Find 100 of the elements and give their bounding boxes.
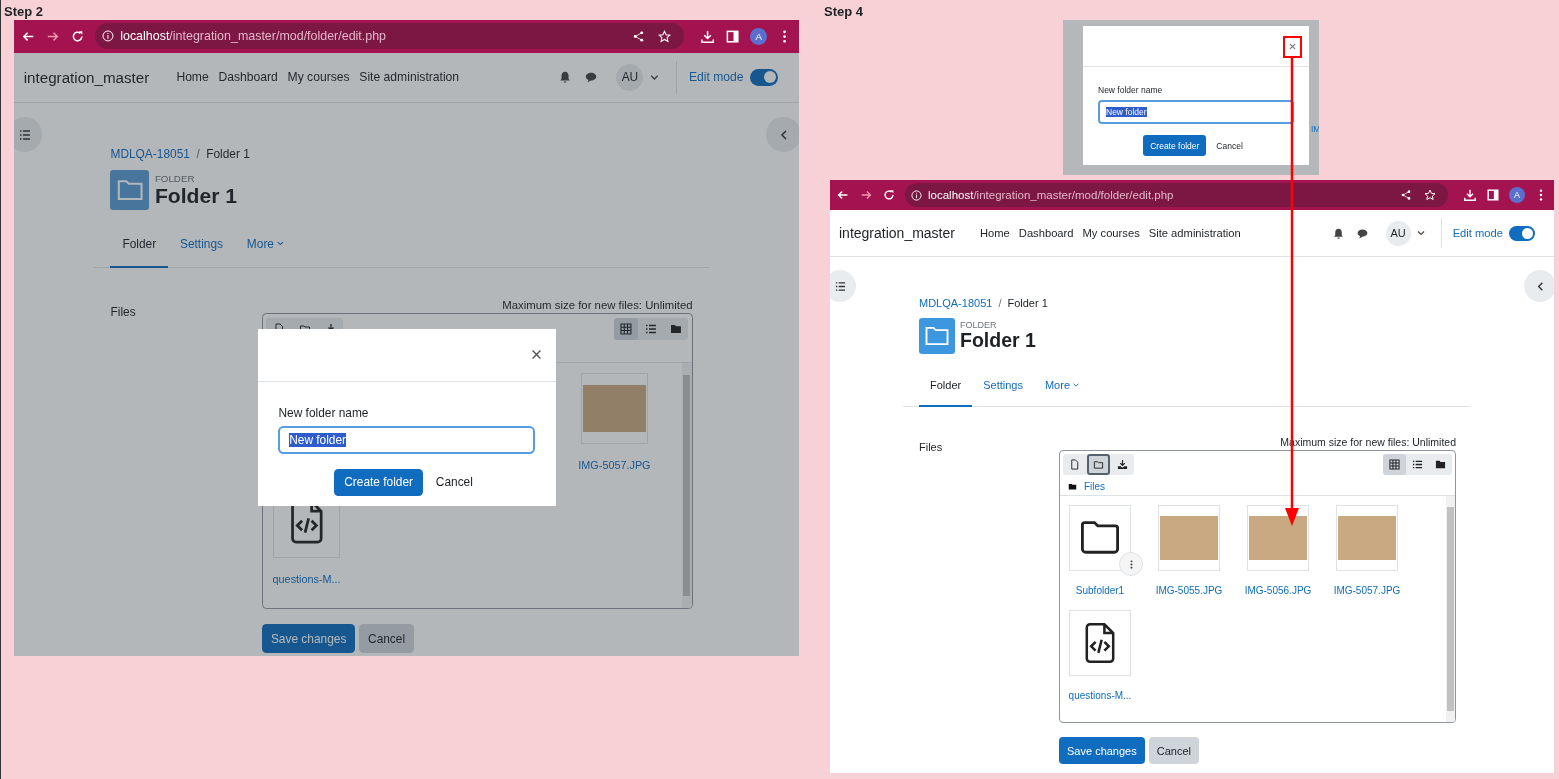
forward-icon[interactable] bbox=[859, 188, 873, 202]
file-thumbnail[interactable] bbox=[580, 372, 649, 445]
edit-mode-label: Edit mode bbox=[1452, 227, 1503, 239]
save-changes-button[interactable]: Save changes bbox=[262, 624, 356, 654]
step-label: Step 2 bbox=[4, 4, 43, 19]
site-name[interactable]: integration_master bbox=[23, 68, 150, 86]
site-name[interactable]: integration_master bbox=[839, 225, 955, 241]
info-icon[interactable] bbox=[911, 189, 922, 201]
file-name[interactable]: questions-M... bbox=[272, 573, 341, 586]
file-name[interactable]: IMG-5056.JPG bbox=[1244, 585, 1312, 596]
address-bar[interactable]: localhost/integration_master/mod/folder/edit.php bbox=[905, 183, 1448, 207]
grid-view-button[interactable] bbox=[1383, 454, 1406, 475]
folder-name-field[interactable]: New folder bbox=[1098, 100, 1294, 124]
file-name[interactable]: IMG-5057.JPG bbox=[1333, 585, 1401, 596]
max-size-note: Maximum size for new files: Unlimited bbox=[501, 299, 693, 312]
star-icon[interactable] bbox=[657, 29, 671, 43]
file-thumbnail[interactable] bbox=[1069, 505, 1131, 571]
file-name[interactable]: questions-M... bbox=[1068, 690, 1132, 701]
file-thumbnail[interactable] bbox=[1158, 505, 1220, 571]
folder-icon bbox=[669, 322, 682, 335]
share-icon[interactable] bbox=[631, 29, 645, 43]
download-icon[interactable] bbox=[700, 28, 716, 44]
current-page-label: Folder 1 bbox=[1007, 297, 1048, 309]
save-changes-button[interactable]: Save changes bbox=[1059, 737, 1145, 764]
download-icon[interactable] bbox=[1463, 188, 1477, 202]
breadcrumb-link[interactable]: MDLQA-18051 bbox=[919, 297, 993, 309]
address-bar[interactable]: localhost/integration_master/mod/folder/edit.php bbox=[95, 23, 684, 50]
path-link[interactable]: Files bbox=[1084, 481, 1106, 492]
file-name[interactable]: IMG-5057.JPG bbox=[578, 459, 651, 472]
create-folder-button[interactable] bbox=[1087, 454, 1110, 475]
back-icon[interactable] bbox=[836, 188, 850, 202]
cancel-button[interactable]: Cancel bbox=[429, 468, 480, 496]
folder-name-field[interactable]: New folder bbox=[278, 426, 536, 455]
file-thumbnail[interactable] bbox=[1336, 505, 1398, 571]
tab[interactable]: More bbox=[1033, 374, 1091, 407]
profile-avatar[interactable]: A bbox=[1509, 187, 1525, 203]
edit-mode-toggle[interactable] bbox=[1509, 225, 1535, 241]
user-avatar[interactable]: AU bbox=[616, 63, 644, 91]
field-label: New folder name bbox=[1098, 85, 1164, 95]
current-page-label: Folder 1 bbox=[206, 146, 250, 161]
close-icon[interactable] bbox=[1288, 41, 1297, 51]
folder-icon bbox=[1435, 459, 1446, 470]
folder-icon bbox=[919, 318, 955, 354]
chevron-down-icon[interactable] bbox=[648, 72, 660, 83]
side-panel-icon[interactable] bbox=[725, 28, 741, 44]
files-label: Files bbox=[919, 441, 944, 455]
share-icon[interactable] bbox=[1400, 189, 1412, 201]
course-index-button[interactable] bbox=[14, 117, 43, 153]
file-icon bbox=[1069, 459, 1080, 470]
url-text: localhost/integration_master/mod/folder/edit.php bbox=[928, 189, 1174, 201]
course-index-button[interactable] bbox=[830, 270, 856, 302]
tab[interactable]: Settings bbox=[972, 374, 1034, 407]
edit-mode-toggle[interactable] bbox=[750, 69, 779, 86]
create-folder-button[interactable]: Create folder bbox=[334, 468, 423, 496]
file-thumbnail[interactable] bbox=[1247, 505, 1309, 571]
photo-placeholder bbox=[1338, 516, 1396, 560]
user-avatar[interactable]: AU bbox=[1385, 220, 1411, 246]
tab[interactable]: More bbox=[234, 231, 297, 268]
breadcrumb-separator: / bbox=[196, 146, 200, 161]
breadcrumb-separator: / bbox=[998, 297, 1002, 309]
tab[interactable]: Folder bbox=[110, 231, 169, 268]
folder-icon bbox=[110, 170, 150, 210]
cancel-button[interactable]: Cancel bbox=[1210, 135, 1249, 156]
scrollbar[interactable] bbox=[1446, 496, 1455, 722]
highlight-box bbox=[1283, 36, 1302, 58]
nav-link[interactable]: Site administration bbox=[1148, 227, 1241, 239]
nav-link[interactable]: My courses bbox=[287, 70, 350, 85]
grid-icon bbox=[620, 322, 632, 335]
side-panel-icon[interactable] bbox=[1486, 188, 1500, 202]
star-icon[interactable] bbox=[1424, 189, 1436, 201]
scrollbar[interactable] bbox=[681, 362, 692, 608]
list-icon bbox=[644, 322, 657, 335]
nav-link[interactable]: Dashboard bbox=[218, 70, 278, 85]
nav-link[interactable]: My courses bbox=[1082, 227, 1140, 239]
activity-type: FOLDER bbox=[960, 320, 998, 331]
bell-icon[interactable] bbox=[557, 70, 572, 85]
breadcrumb-link[interactable]: MDLQA-18051 bbox=[110, 146, 190, 161]
nav-link[interactable]: Home bbox=[176, 70, 209, 85]
reload-icon[interactable] bbox=[882, 188, 896, 202]
chat-icon[interactable] bbox=[1355, 226, 1369, 240]
cancel-button[interactable]: Cancel bbox=[1148, 737, 1199, 764]
drawer-toggle-button[interactable] bbox=[1524, 270, 1554, 302]
nav-link[interactable]: Dashboard bbox=[1018, 227, 1074, 239]
create-folder-button[interactable]: Create folder bbox=[1143, 135, 1207, 156]
nav-link[interactable]: Site administration bbox=[359, 70, 460, 85]
chevron-down-icon[interactable] bbox=[1415, 228, 1426, 238]
info-icon[interactable] bbox=[101, 30, 114, 43]
grid-view-button[interactable] bbox=[613, 317, 639, 341]
profile-avatar[interactable]: A bbox=[750, 27, 768, 45]
drawer-toggle-button[interactable] bbox=[766, 117, 799, 153]
file-name[interactable]: IMG-5055.JPG bbox=[1155, 585, 1223, 596]
chat-icon[interactable] bbox=[583, 70, 598, 85]
nav-link[interactable]: Home bbox=[979, 227, 1010, 239]
tab[interactable]: Folder bbox=[919, 374, 973, 407]
tab[interactable]: Settings bbox=[168, 231, 235, 268]
page-title: Folder 1 bbox=[960, 330, 1036, 352]
file-name[interactable]: Subfolder1 bbox=[1075, 585, 1125, 596]
bell-icon[interactable] bbox=[1331, 226, 1345, 240]
file-thumbnail[interactable] bbox=[1069, 610, 1131, 676]
cancel-button[interactable]: Cancel bbox=[359, 624, 414, 654]
